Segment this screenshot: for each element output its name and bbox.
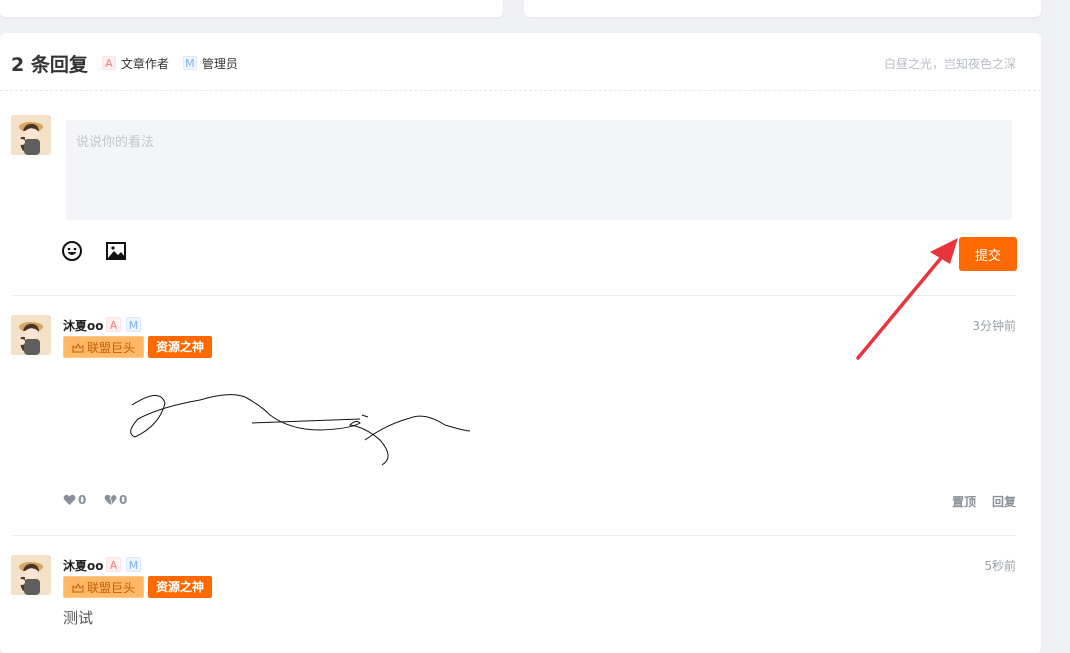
comment-time: 3分钟前 (972, 319, 1016, 333)
current-user-avatar (11, 115, 51, 155)
admin-tag: M (126, 557, 141, 572)
legend-admin-label: 管理员 (201, 56, 238, 71)
crown-icon (72, 582, 84, 593)
comment-author-name[interactable]: 沐夏oo (63, 317, 104, 334)
like-button[interactable]: 0 (63, 493, 86, 507)
dislike-count: 0 (119, 493, 128, 507)
author-tag: A (106, 317, 121, 332)
admin-tag: M (182, 56, 197, 70)
badge-alliance-label: 联盟巨头 (87, 341, 136, 355)
previous-card-left (0, 0, 503, 17)
reply-button[interactable]: 回复 (992, 493, 1016, 510)
previous-card-right (524, 0, 1041, 17)
comment-author-name[interactable]: 沐夏oo (63, 557, 104, 574)
comment-avatar[interactable] (11, 315, 51, 355)
header-divider (0, 90, 1041, 91)
comments-panel: 2 条回复 A 文章作者 M 管理员 白昼之光，岂知夜色之深 说说你的看法 提交… (0, 33, 1041, 653)
badge-alliance: 联盟巨头 (63, 336, 145, 358)
legend-author-label: 文章作者 (120, 56, 169, 71)
admin-tag: M (126, 317, 141, 332)
heart-icon (63, 494, 76, 505)
comments-header: 2 条回复 A 文章作者 M 管理员 白昼之光，岂知夜色之深 (11, 50, 1016, 76)
page-scrollbar[interactable] (1056, 0, 1070, 640)
legend-admin: M 管理员 (182, 55, 238, 72)
author-tag: A (106, 557, 121, 572)
emoji-icon[interactable] (61, 240, 83, 262)
badge-alliance-label: 联盟巨头 (87, 581, 136, 595)
motto-text: 白昼之光，岂知夜色之深 (883, 56, 1016, 71)
crown-icon (72, 342, 84, 353)
broken-heart-icon (104, 494, 117, 505)
author-tag: A (101, 56, 116, 70)
badge-resource-god: 资源之神 (148, 576, 213, 598)
badge-alliance: 联盟巨头 (63, 576, 145, 598)
badge-resource-god: 资源之神 (148, 336, 213, 358)
comment-avatar[interactable] (11, 555, 51, 595)
editor-divider (12, 295, 1016, 296)
comment-textarea[interactable]: 说说你的看法 (66, 120, 1012, 220)
like-count: 0 (78, 493, 87, 507)
legend-author: A 文章作者 (101, 55, 169, 72)
comment-divider (12, 535, 1016, 536)
dislike-button[interactable]: 0 (104, 493, 127, 507)
image-icon[interactable] (105, 240, 127, 262)
submit-button[interactable]: 提交 (959, 237, 1017, 271)
pin-button[interactable]: 置顶 (952, 493, 976, 510)
comment-time: 5秒前 (984, 559, 1016, 573)
comment-placeholder: 说说你的看法 (76, 135, 155, 150)
handwritten-signature-image (130, 394, 471, 466)
comment-content: 测试 (63, 609, 94, 627)
comments-count-title: 2 条回复 (11, 53, 88, 76)
